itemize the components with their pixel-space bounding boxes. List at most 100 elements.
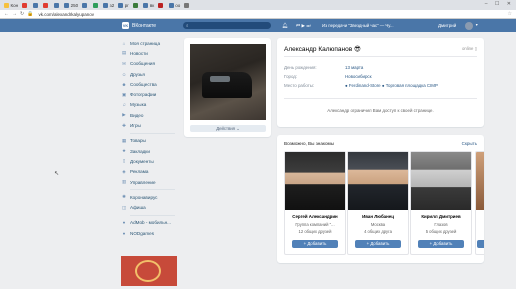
birthday-label: День рождения: xyxy=(284,65,317,70)
browser-tab[interactable]: Кон xyxy=(2,0,20,10)
mutual-friends[interactable]: 12 общих друзей xyxy=(285,229,345,234)
sidebar-item[interactable]: ▣ Фотографии xyxy=(121,89,181,99)
sidebar-item-label: Друзья xyxy=(130,71,145,77)
add-friend-button[interactable]: + Добавить xyxy=(418,240,464,248)
sidebar-item-label: Фотографии xyxy=(130,92,157,98)
mutual-friends[interactable]: 5 общих друзей xyxy=(411,229,471,234)
online-status: online ▯ xyxy=(461,46,477,51)
window-controls[interactable]: – ☐ ✕ xyxy=(485,1,514,7)
back-icon[interactable]: ← xyxy=(4,11,9,17)
mutual-friends[interactable]: 4 общих друга xyxy=(348,229,408,234)
sidebar-item[interactable]: ⌂ Моя страница xyxy=(121,38,181,48)
profile-photo[interactable] xyxy=(190,44,266,120)
friend-suggestion[interactable]: Кирилл Дмитриев Глазов 5 общих друзей + … xyxy=(410,151,472,255)
bell-icon[interactable]: 🔔︎ xyxy=(282,23,288,29)
browser-tab[interactable]: оо xyxy=(167,0,183,10)
admob-icon: ● xyxy=(122,220,126,226)
search-input[interactable]: ⌕ xyxy=(183,22,271,29)
bookmark-star-icon[interactable]: ☆ xyxy=(508,11,512,17)
tab-favicon-icon xyxy=(4,2,9,8)
friend-suggestion-partial[interactable] xyxy=(475,151,484,255)
browser-tab[interactable] xyxy=(156,0,167,10)
forward-icon[interactable]: → xyxy=(12,11,17,17)
sidebar-item[interactable]: ● AdMob - мобильн... xyxy=(121,218,181,228)
sidebar-item[interactable]: ▯ Документы xyxy=(121,156,181,166)
add-friend-button[interactable]: + Добавить xyxy=(292,240,338,248)
add-friend-button[interactable]: + Добавить xyxy=(355,240,401,248)
document-icon: ▯ xyxy=(122,158,126,164)
sidebar-item[interactable]: ☻ Сообщества xyxy=(121,79,181,89)
friend-suggestion[interactable]: Иван Любанец Москва 4 общих друга + Доба… xyxy=(347,151,409,255)
work-value[interactable]: ● Ferdinand-Store ● Торговая площадка CI… xyxy=(345,83,438,88)
sidebar-item[interactable]: ☺ Друзья xyxy=(121,69,181,79)
address-bar[interactable]: ← → ↻ 🔒 vk.com/alexandrkalyupanov ☆ xyxy=(0,10,516,19)
sidebar-item[interactable]: ● NODgames xyxy=(121,228,181,238)
browser-tab[interactable] xyxy=(31,0,42,10)
friend-photo[interactable] xyxy=(348,152,408,210)
browser-tab[interactable] xyxy=(91,0,102,10)
sidebar-item[interactable]: ✺ Коронавирус xyxy=(121,192,181,202)
ads-icon: ◈ xyxy=(122,168,126,174)
birthday-value[interactable]: 13 марта xyxy=(345,65,363,70)
browser-tab[interactable]: 250 xyxy=(62,0,80,10)
sidebar-item[interactable]: ★ Закладки xyxy=(121,146,181,156)
sidebar-item[interactable]: ✉ Сообщения xyxy=(121,59,181,69)
friend-photo[interactable] xyxy=(411,152,471,210)
browser-tab[interactable] xyxy=(41,0,52,10)
home-icon: ⌂ xyxy=(122,40,126,46)
sidebar-promo-image[interactable] xyxy=(121,256,177,286)
sidebar-item-label: Товары xyxy=(130,138,146,144)
avatar[interactable] xyxy=(465,21,473,30)
manage-icon: ▥ xyxy=(121,179,127,184)
sidebar-item[interactable]: ▤ Новости xyxy=(121,48,181,58)
friend-name[interactable]: Кирилл Дмитриев xyxy=(411,214,471,219)
sidebar-item[interactable]: ◫ Афиша xyxy=(121,202,181,212)
browser-tab[interactable] xyxy=(20,0,31,10)
chevron-down-icon[interactable]: ▼ xyxy=(475,23,478,27)
tab-favicon-icon xyxy=(158,2,164,8)
sidebar-item[interactable]: ✚ Игры xyxy=(121,120,181,130)
browser-tab[interactable] xyxy=(131,0,142,10)
suggestions-title: Возможно, Вы знакомы xyxy=(284,141,334,146)
vk-logo[interactable]: VK xyxy=(122,22,129,29)
user-name[interactable]: Дмитрий xyxy=(438,23,456,28)
sidebar-item[interactable]: ◈ Реклама xyxy=(121,167,181,177)
friend-name[interactable]: Сергей Александрин xyxy=(285,214,345,219)
current-track[interactable]: Из передачи "Звездный час" — Чу... xyxy=(322,23,394,28)
sidebar-item-label: Моя страница xyxy=(130,40,160,46)
browser-tab[interactable] xyxy=(52,0,63,10)
browser-tab[interactable] xyxy=(80,0,91,10)
player-controls[interactable]: ⏮▶⏭ xyxy=(296,23,312,29)
poster-icon: ◫ xyxy=(121,204,127,210)
city-value[interactable]: Новосибирск xyxy=(345,74,372,79)
sidebar-item-label: Управление xyxy=(130,179,156,185)
nodgames-icon: ● xyxy=(122,230,126,236)
sidebar-item-label: Документы xyxy=(130,158,154,164)
tab-favicon-icon xyxy=(82,2,88,8)
friends-icon: ☺ xyxy=(121,71,127,77)
browser-tab[interactable]: з2 xyxy=(101,0,116,10)
reload-icon[interactable]: ↻ xyxy=(20,11,24,17)
friend-suggestion[interactable]: Сергей Александрин Группа компаний "... … xyxy=(284,151,346,255)
sidebar-item[interactable]: ▶ Видео xyxy=(121,110,181,120)
friend-name[interactable]: Иван Любанец xyxy=(348,214,408,219)
profile-info-card: Александр Калюпанов 😎 online ▯ День рожд… xyxy=(277,38,484,127)
actions-button[interactable]: Действия ⌄ xyxy=(190,125,266,132)
browser-tab[interactable]: вк xyxy=(141,0,156,10)
hide-suggestions-link[interactable]: Скрыть xyxy=(462,141,477,146)
sidebar-item[interactable]: ▥ Управление xyxy=(121,177,181,187)
browser-tab[interactable]: рг xyxy=(116,0,131,10)
sidebar-item-label: Закладки xyxy=(130,148,150,154)
mouse-cursor-icon: ↖ xyxy=(54,171,60,177)
browser-tab[interactable] xyxy=(182,0,193,10)
friend-photo[interactable] xyxy=(285,152,345,210)
sidebar-menu: ⌂ Моя страница ▤ Новости ✉ Сообщения ☺ Друзья ☻ С… xyxy=(121,38,181,238)
games-icon: ✚ xyxy=(122,122,126,128)
sidebar-item-label: Коронавирус xyxy=(130,194,158,200)
tab-label: Кон xyxy=(10,2,19,8)
sidebar-item[interactable]: ▦ Товары xyxy=(121,136,181,146)
url-text[interactable]: vk.com/alexandrkalyupanov xyxy=(38,12,94,17)
tab-label: 250 xyxy=(70,2,79,8)
brand-name[interactable]: ВКонтакте xyxy=(132,23,156,29)
sidebar-item[interactable]: ♫ Музыка xyxy=(121,100,181,110)
